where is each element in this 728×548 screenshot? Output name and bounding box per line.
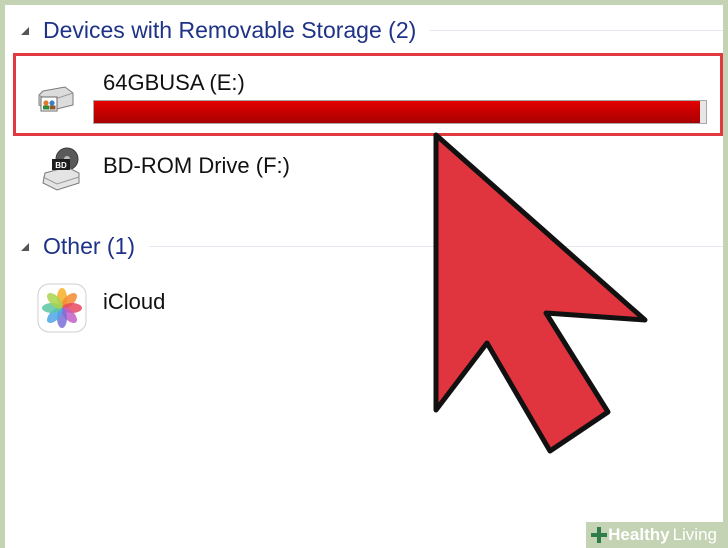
device-item-bd-rom-drive[interactable]: BD BD-ROM Drive (F:)	[13, 145, 723, 197]
bd-rom-drive-icon: BD	[39, 145, 83, 198]
watermark-logo: Healthy Living	[586, 522, 723, 548]
device-label: BD-ROM Drive (F:)	[103, 153, 290, 178]
group-header-other[interactable]: Other (1)	[5, 233, 723, 260]
collapse-triangle-icon[interactable]	[15, 237, 35, 257]
bd-badge-text: BD	[55, 161, 67, 170]
item-label: iCloud	[103, 289, 166, 314]
group-divider-line	[430, 30, 723, 31]
selection-highlight-box	[13, 53, 723, 136]
photos-icon	[37, 283, 87, 338]
group-header-removable-storage[interactable]: Devices with Removable Storage (2)	[5, 17, 723, 44]
watermark-brand-bold: Healthy	[608, 525, 670, 544]
watermark-brand-regular: Living	[672, 525, 717, 544]
group-divider-line	[149, 246, 723, 247]
other-item-icloud[interactable]: iCloud	[13, 281, 313, 337]
group-title-removable-storage: Devices with Removable Storage (2)	[43, 17, 417, 43]
group-title-other: Other (1)	[43, 233, 136, 259]
explorer-content-pane: Devices with Removable Storage (2) 64GBU…	[0, 0, 728, 548]
plus-leaf-icon	[591, 527, 608, 543]
collapse-triangle-icon[interactable]	[15, 21, 35, 41]
